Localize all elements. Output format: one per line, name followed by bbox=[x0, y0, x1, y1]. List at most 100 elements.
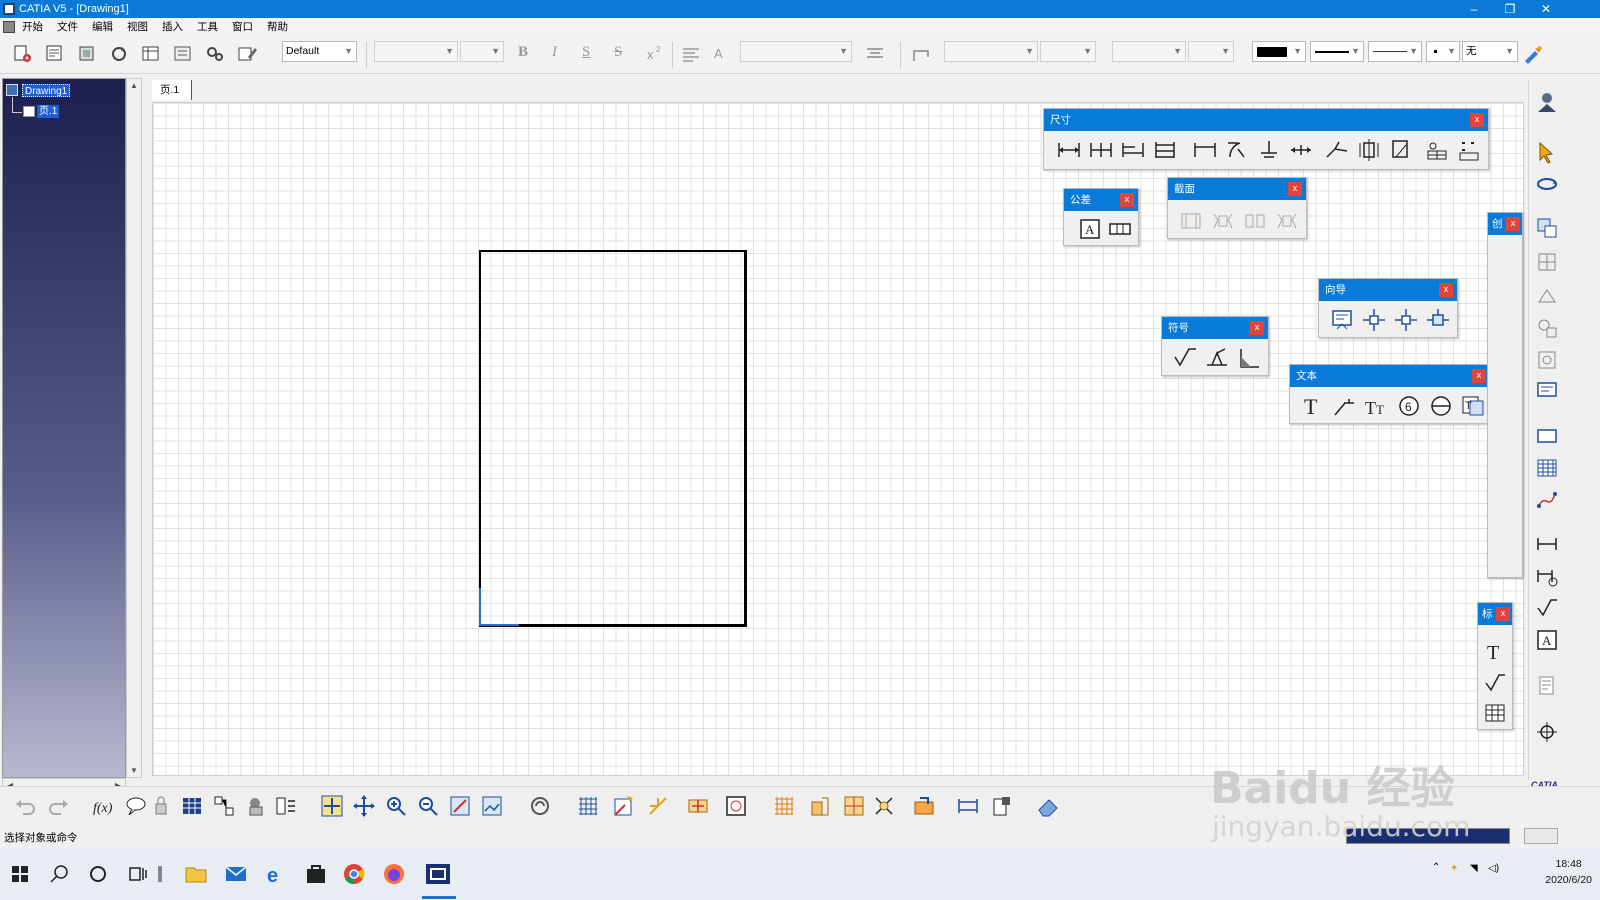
dimension-style-icon[interactable] bbox=[910, 43, 932, 65]
text-template-icon[interactable]: T bbox=[1460, 393, 1486, 419]
radius-dimension-icon[interactable] bbox=[1256, 137, 1282, 163]
font-size-combo[interactable]: ▼ bbox=[460, 41, 504, 62]
projection-view-icon[interactable] bbox=[1535, 250, 1559, 274]
datum-feature-icon[interactable]: A bbox=[1535, 628, 1559, 652]
print-preview-icon[interactable] bbox=[990, 794, 1014, 818]
roughness-symbol-icon[interactable] bbox=[1172, 345, 1198, 371]
menu-tools[interactable]: 工具 bbox=[190, 18, 225, 36]
catia-app-icon[interactable] bbox=[3, 3, 15, 15]
tree-root-drawing[interactable]: Drawing1 bbox=[22, 84, 71, 97]
balloon-icon[interactable]: 6 bbox=[1396, 393, 1422, 419]
close-icon[interactable]: x bbox=[1506, 217, 1520, 231]
dim-format-combo[interactable]: ▼ bbox=[1112, 41, 1186, 62]
dimensional-constraints-icon[interactable] bbox=[872, 794, 896, 818]
sheet-edit-icon[interactable] bbox=[236, 43, 258, 65]
frame-type-icon[interactable] bbox=[864, 43, 886, 65]
menu-file[interactable]: 文件 bbox=[50, 18, 85, 36]
volume-icon[interactable]: ◁) bbox=[1488, 863, 1499, 874]
front-top-left-icon[interactable] bbox=[1361, 307, 1387, 333]
fit-all-icon[interactable] bbox=[320, 794, 344, 818]
redo-icon[interactable] bbox=[46, 794, 70, 818]
create-palette-header[interactable]: 创x bbox=[1488, 213, 1522, 235]
datum-target-icon[interactable] bbox=[1428, 393, 1454, 419]
minimize-button[interactable]: – bbox=[1456, 0, 1492, 18]
menu-start[interactable]: 开始 bbox=[15, 18, 50, 36]
close-icon[interactable]: x bbox=[1250, 321, 1264, 335]
sketcher-grid-icon[interactable] bbox=[772, 794, 796, 818]
drawing-sheet-canvas[interactable] bbox=[152, 102, 1524, 776]
calendar-grid-icon[interactable] bbox=[1535, 456, 1559, 480]
underline-button[interactable]: S bbox=[582, 44, 590, 61]
view-creation-wizard-icon[interactable] bbox=[1329, 307, 1355, 333]
gears-icon[interactable] bbox=[204, 43, 226, 65]
menu-view[interactable]: 视图 bbox=[120, 18, 155, 36]
weld-icon[interactable] bbox=[1236, 345, 1262, 371]
pattern-combo[interactable]: 无 ▼ bbox=[1462, 41, 1518, 62]
center-line-icon[interactable] bbox=[1535, 720, 1559, 744]
snap-to-point-icon[interactable] bbox=[612, 794, 636, 818]
text-frame-icon[interactable]: A bbox=[710, 43, 732, 65]
edge-browser-icon[interactable]: e bbox=[264, 862, 288, 886]
network-app-icon[interactable]: ✦ bbox=[1450, 863, 1458, 874]
bold-button[interactable]: B bbox=[518, 44, 528, 61]
close-icon[interactable]: x bbox=[1288, 182, 1302, 196]
point-table-icon[interactable] bbox=[1456, 137, 1482, 163]
create-detected-constraints-icon[interactable] bbox=[912, 794, 936, 818]
chained-dimension-icon[interactable] bbox=[1088, 137, 1114, 163]
section-palette-header[interactable]: 截面 x bbox=[1168, 178, 1306, 200]
dress-up-icon[interactable] bbox=[1535, 674, 1559, 698]
status-button[interactable] bbox=[1524, 828, 1558, 844]
catia-taskbar-icon[interactable] bbox=[424, 862, 452, 886]
normal-view-icon[interactable] bbox=[448, 794, 472, 818]
close-icon[interactable]: x bbox=[1472, 369, 1486, 383]
dimension-icon[interactable] bbox=[1535, 532, 1559, 556]
clipping-view-icon[interactable] bbox=[1535, 348, 1559, 372]
update-icon[interactable] bbox=[108, 43, 130, 65]
all-views-icon[interactable] bbox=[1425, 307, 1451, 333]
offset-section-cut-icon[interactable] bbox=[1242, 208, 1268, 234]
clock[interactable]: 18:48 2020/6/20 bbox=[1545, 856, 1592, 888]
catalog-icon[interactable] bbox=[244, 794, 268, 818]
geometry-analysis-icon[interactable] bbox=[686, 794, 710, 818]
aligned-section-cut-icon[interactable] bbox=[1274, 208, 1300, 234]
auxiliary-view-icon[interactable] bbox=[1535, 284, 1559, 308]
align-icon[interactable] bbox=[680, 43, 702, 65]
close-icon[interactable]: x bbox=[1470, 113, 1484, 127]
text-icon[interactable]: T bbox=[1483, 639, 1507, 663]
undo-icon[interactable] bbox=[14, 794, 38, 818]
eraser-icon[interactable] bbox=[1036, 794, 1060, 818]
dimension-generation-icon[interactable] bbox=[1535, 564, 1559, 588]
geometric-tolerance-icon[interactable] bbox=[1108, 217, 1132, 241]
zoom-out-icon[interactable] bbox=[416, 794, 440, 818]
superscript-icon[interactable]: x2 bbox=[644, 43, 666, 65]
hole-table-icon[interactable] bbox=[1424, 137, 1450, 163]
dimension-icon[interactable] bbox=[1056, 137, 1082, 163]
stacked-dimension-icon[interactable] bbox=[1152, 137, 1178, 163]
geometric-constraints-icon[interactable] bbox=[842, 794, 866, 818]
line-type-combo[interactable]: ▼ bbox=[1368, 41, 1422, 62]
task-view-icon[interactable] bbox=[126, 862, 150, 886]
length-dimension-icon[interactable] bbox=[1192, 137, 1218, 163]
angle-dimension-icon[interactable] bbox=[1224, 137, 1250, 163]
swap-view-icon[interactable] bbox=[172, 43, 194, 65]
menu-window[interactable]: 窗口 bbox=[225, 18, 260, 36]
select-arrow-icon[interactable] bbox=[1535, 140, 1559, 164]
welding-symbol-icon[interactable] bbox=[1204, 345, 1230, 371]
symbols-palette-header[interactable]: 符号 x bbox=[1162, 317, 1268, 339]
cumulated-dimension-icon[interactable] bbox=[1120, 137, 1146, 163]
cortana-icon[interactable] bbox=[86, 862, 110, 886]
workbench-icon[interactable] bbox=[1535, 90, 1559, 114]
chevron-up-icon[interactable]: ⌃ bbox=[1432, 862, 1440, 873]
spline-icon[interactable] bbox=[1535, 488, 1559, 512]
menu-help[interactable]: 帮助 bbox=[260, 18, 295, 36]
line-color-combo[interactable]: ▼ bbox=[1252, 41, 1306, 62]
zoom-in-icon[interactable] bbox=[384, 794, 408, 818]
offset-section-view-icon[interactable] bbox=[1178, 208, 1204, 234]
hide-show-icon[interactable] bbox=[480, 794, 504, 818]
dim-value-combo[interactable]: ▼ bbox=[1188, 41, 1234, 62]
tolerance-palette-header[interactable]: 公差 x bbox=[1064, 189, 1138, 211]
point-type-combo[interactable]: ▼ bbox=[1426, 41, 1460, 62]
coordinate-dimension-icon[interactable] bbox=[1388, 137, 1414, 163]
sheet-tab[interactable]: 页.1 bbox=[152, 80, 192, 100]
text-property-combo[interactable]: ▼ bbox=[740, 41, 852, 62]
